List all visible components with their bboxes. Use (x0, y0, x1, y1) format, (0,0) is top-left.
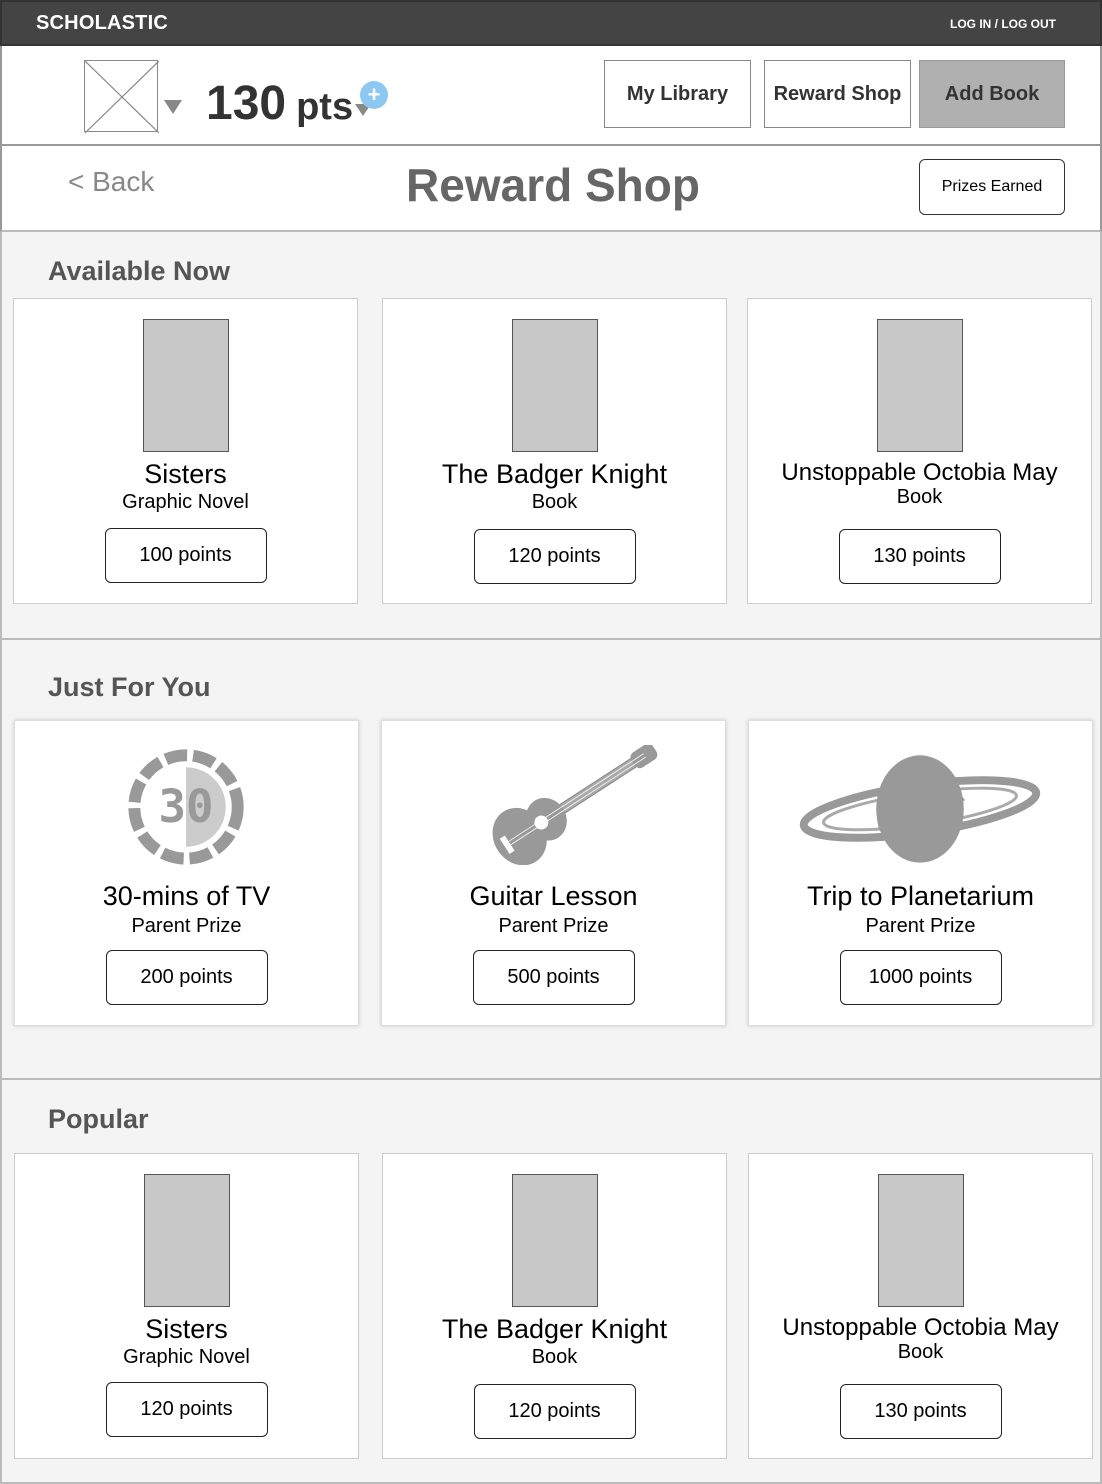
book-cover (511, 319, 598, 452)
item-type: Parent Prize (498, 915, 609, 937)
image-placeholder-icon (84, 60, 160, 134)
points-value: 130 (206, 77, 287, 130)
item-name: Sisters (145, 1314, 228, 1344)
reward-card[interactable]: Trip to Planetarium Parent Prize 1000 po… (748, 720, 1093, 1026)
section-title: Just For You (48, 672, 211, 702)
book-cover (143, 1174, 230, 1307)
reward-card[interactable]: The Badger Knight Book 120 points (382, 298, 727, 604)
guitar-icon (492, 745, 658, 865)
item-name: Unstoppable Octobia May (782, 1314, 1059, 1341)
redeem-points-button[interactable]: 130 points (838, 529, 1001, 584)
section-title: Available Now (48, 256, 231, 286)
add-points-icon[interactable]: + (360, 81, 388, 109)
redeem-points-button[interactable]: 120 points (473, 529, 636, 584)
book-cover (142, 319, 229, 452)
item-name: The Badger Knight (441, 459, 668, 489)
book-cover (511, 1174, 598, 1307)
redeem-points-button[interactable]: 500 points (472, 950, 635, 1005)
redeem-points-button[interactable]: 100 points (104, 528, 267, 583)
item-name: 30-mins of TV (102, 881, 271, 911)
reward-shop-button[interactable]: Reward Shop (764, 60, 911, 128)
reward-card[interactable]: Unstoppable Octobia May Book 130 points (748, 1153, 1093, 1459)
avatar-dropdown-icon[interactable] (164, 100, 182, 114)
redeem-points-button[interactable]: 200 points (105, 950, 268, 1005)
account-header: 130 pts + My Library Reward Shop Add Book (0, 46, 1102, 146)
reward-card[interactable]: 30 30-mins of TV Parent Prize 200 points (14, 720, 359, 1026)
planet-icon (799, 755, 1041, 863)
section-available-now: Available Now Sisters Graphic Novel 100 … (0, 232, 1102, 640)
reward-card[interactable]: The Badger Knight Book 120 points (382, 1153, 727, 1459)
item-type: Book (531, 491, 578, 513)
book-cover (877, 1174, 964, 1307)
svg-text:30: 30 (158, 780, 213, 833)
section-title: Popular (48, 1104, 149, 1134)
avatar[interactable] (84, 60, 160, 134)
item-type: Parent Prize (865, 915, 976, 937)
item-name: Sisters (144, 459, 227, 489)
points-balance: 130 pts (206, 76, 353, 131)
item-type: Book (897, 1341, 944, 1363)
section-popular: Popular Sisters Graphic Novel 120 points… (0, 1080, 1102, 1484)
item-type: Book (531, 1346, 578, 1368)
section-just-for-you: Just For You 30 30-mins of TV Parent Pri… (0, 640, 1102, 1080)
redeem-points-button[interactable]: 130 points (839, 1384, 1002, 1439)
reward-card[interactable]: Guitar Lesson Parent Prize 500 points (381, 720, 726, 1026)
prizes-earned-button[interactable]: Prizes Earned (919, 159, 1065, 215)
reward-card[interactable]: Sisters Graphic Novel 120 points (14, 1153, 359, 1459)
book-cover (876, 319, 963, 452)
brand-logo[interactable]: SCHOLASTIC (36, 12, 168, 35)
item-type: Parent Prize (131, 915, 242, 937)
timer-30-icon: 30 (128, 749, 244, 865)
login-logout-link[interactable]: LOG IN / LOG OUT (950, 17, 1056, 31)
item-type: Graphic Novel (122, 491, 249, 513)
item-type: Graphic Novel (123, 1346, 250, 1368)
item-type: Book (896, 486, 943, 508)
add-book-button[interactable]: Add Book (919, 60, 1065, 128)
my-library-button[interactable]: My Library (604, 60, 751, 128)
redeem-points-button[interactable]: 1000 points (839, 950, 1002, 1005)
reward-card[interactable]: Sisters Graphic Novel 100 points (13, 298, 358, 604)
points-unit: pts (296, 86, 354, 128)
item-name: Trip to Planetarium (806, 881, 1035, 911)
reward-card[interactable]: Unstoppable Octobia May Book 130 points (747, 298, 1092, 604)
item-name: Guitar Lesson (469, 881, 638, 911)
top-bar: SCHOLASTIC LOG IN / LOG OUT (0, 0, 1102, 46)
item-name: Unstoppable Octobia May (781, 459, 1058, 486)
redeem-points-button[interactable]: 120 points (473, 1384, 636, 1439)
redeem-points-button[interactable]: 120 points (105, 1382, 268, 1437)
item-name: The Badger Knight (441, 1314, 668, 1344)
page-title-bar: < Back Reward Shop Prizes Earned (0, 146, 1102, 232)
